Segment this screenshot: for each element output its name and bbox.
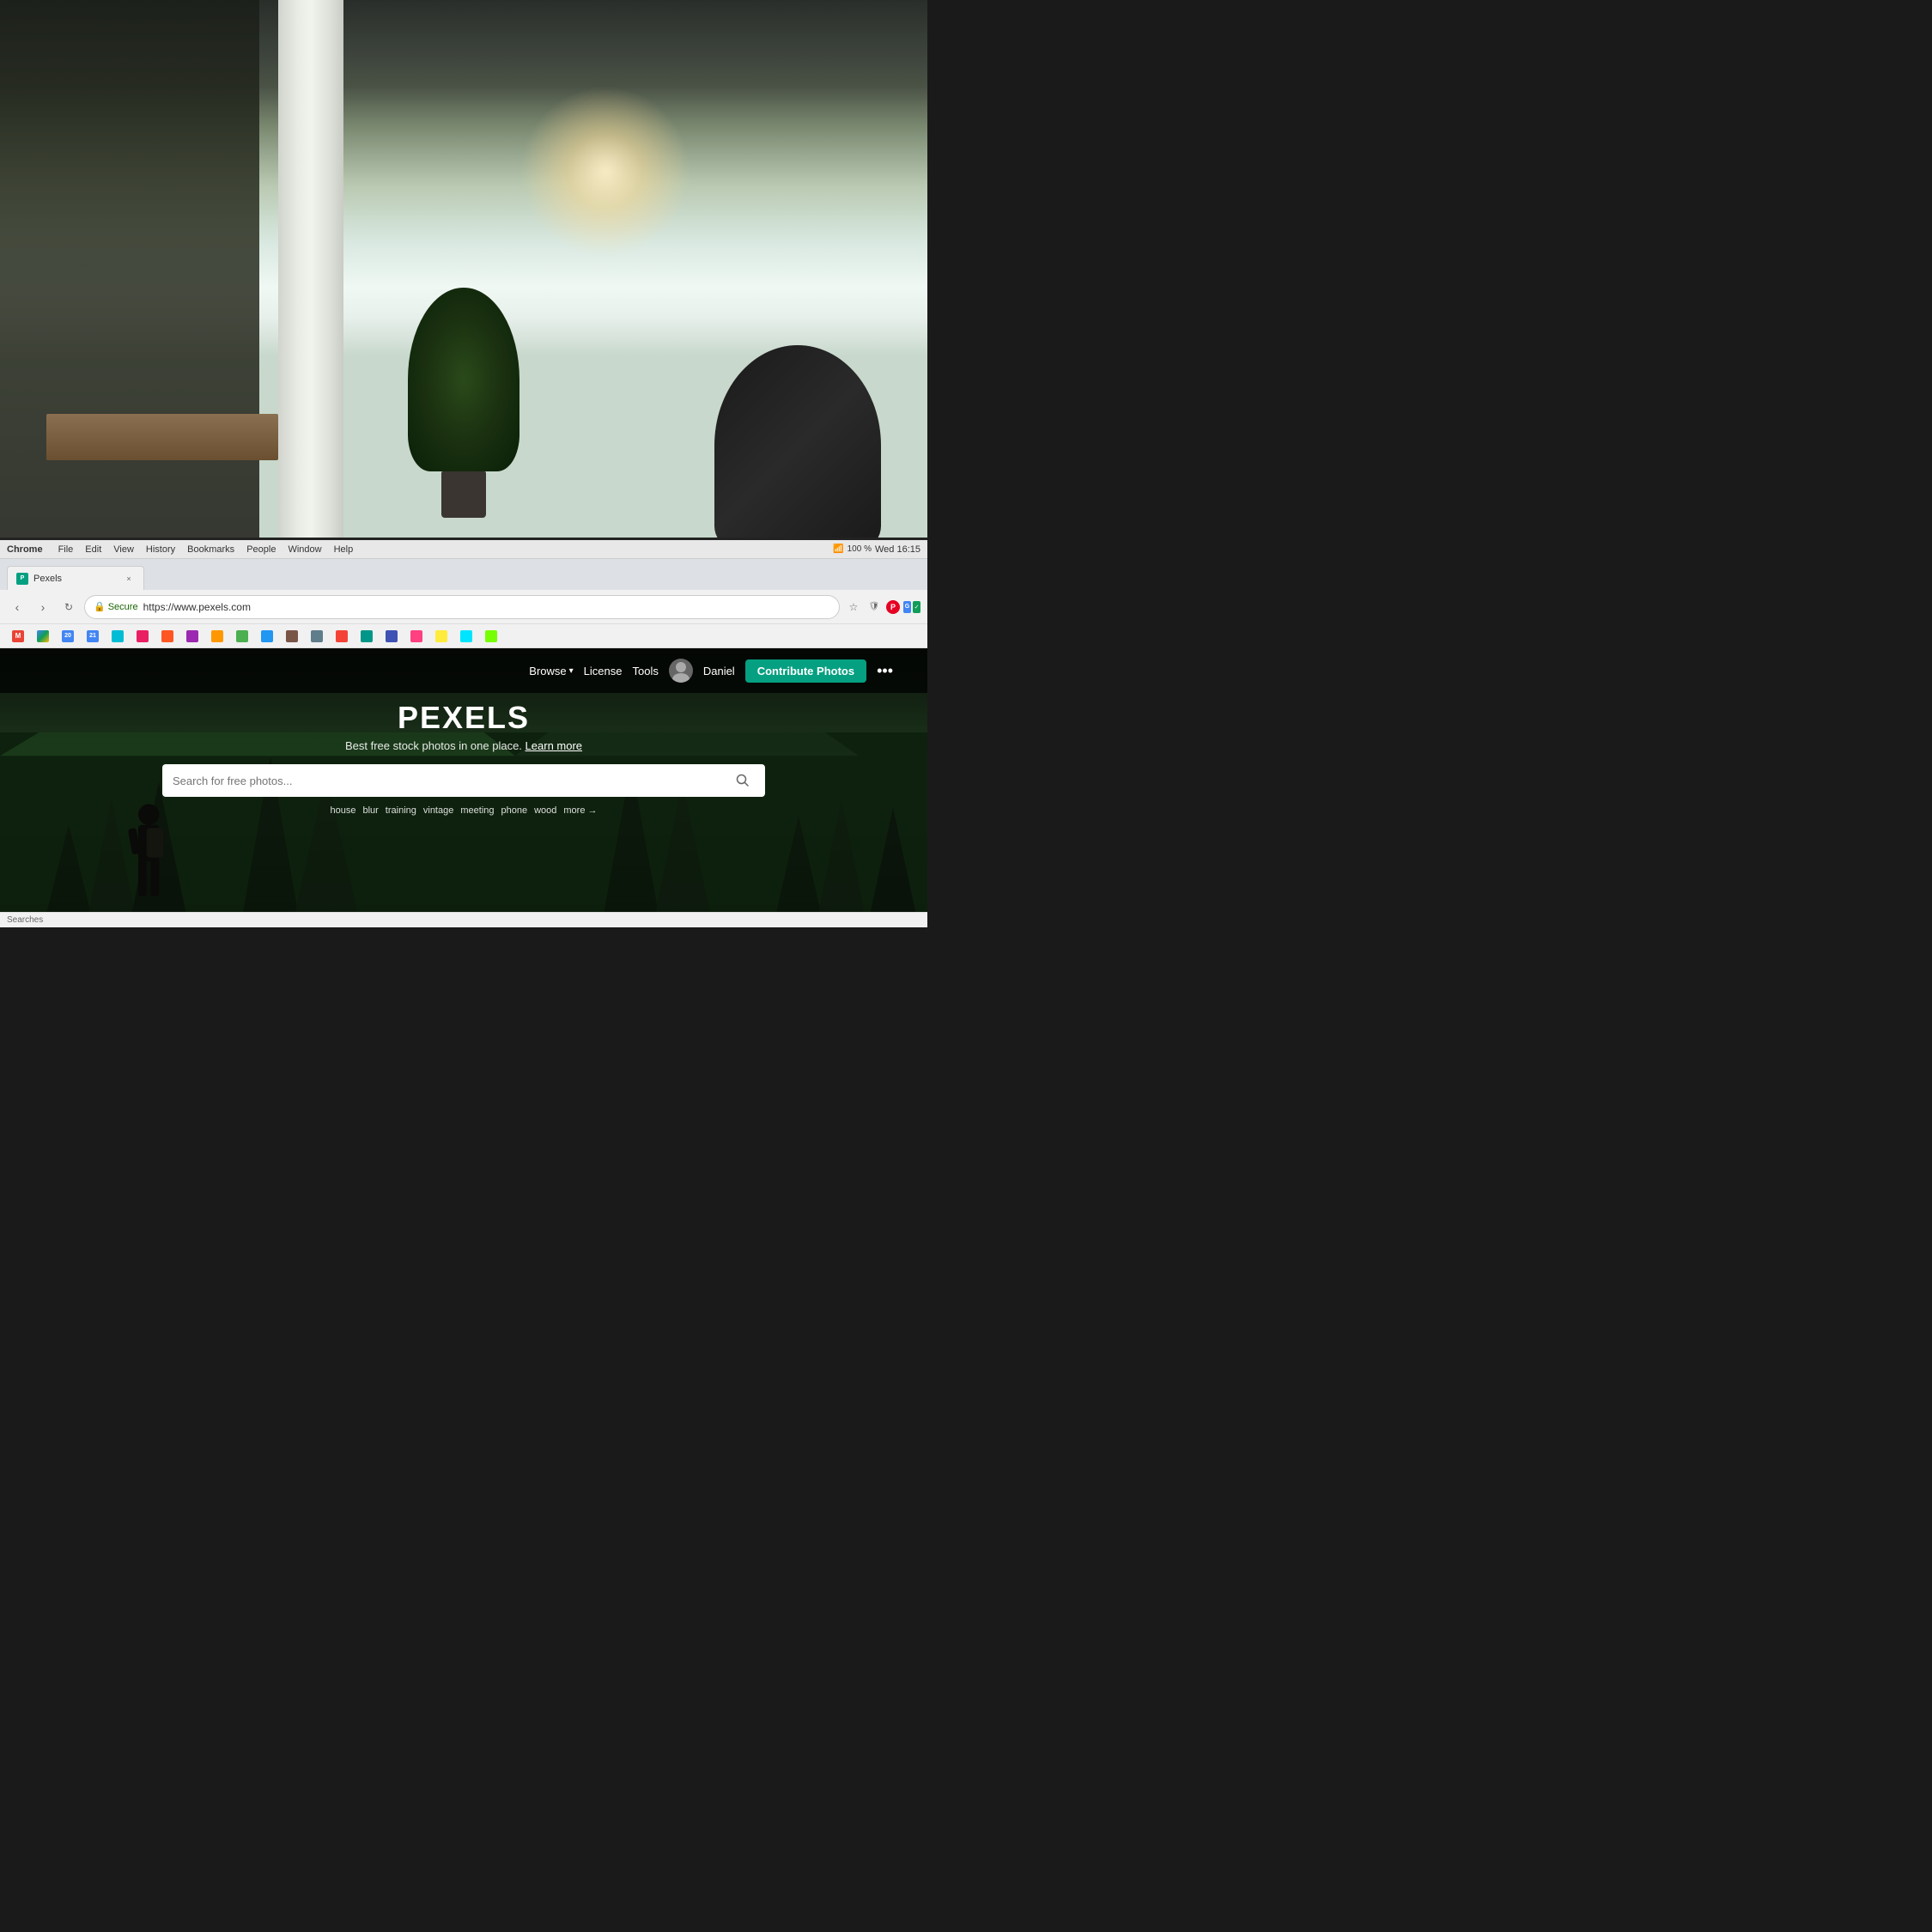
bookmark-cal1[interactable]: 20 xyxy=(57,627,79,646)
status-text: Searches xyxy=(7,915,43,925)
menu-help[interactable]: Help xyxy=(334,544,354,555)
bookmark-gmail[interactable]: M xyxy=(7,627,29,646)
browser-tab-pexels[interactable]: P Pexels × xyxy=(7,566,144,590)
bookmark-10[interactable] xyxy=(281,627,303,646)
screen-container: Chrome File Edit View History Bookmarks … xyxy=(0,538,927,927)
forward-button[interactable]: › xyxy=(33,597,53,617)
clock: Wed 16:15 xyxy=(875,544,920,555)
menu-people[interactable]: People xyxy=(246,544,276,555)
pinterest-icon[interactable]: P xyxy=(886,600,900,614)
secure-label: Secure xyxy=(108,602,138,612)
suggestion-house[interactable]: house xyxy=(330,805,355,816)
site-title: PEXELS xyxy=(398,700,530,736)
pexels-nav: Browse License Tools Daniel xyxy=(17,659,910,683)
suggestion-blur[interactable]: blur xyxy=(362,805,378,816)
search-icon xyxy=(736,774,750,787)
menu-file[interactable]: File xyxy=(58,544,74,555)
bookmark-8[interactable] xyxy=(231,627,253,646)
suggestion-meeting[interactable]: meeting xyxy=(460,805,494,816)
bookmark-drive[interactable] xyxy=(32,627,54,646)
site-tagline: Best free stock photos in one place. Lea… xyxy=(345,739,582,752)
bookmark-15[interactable] xyxy=(405,627,428,646)
bookmark-7[interactable] xyxy=(206,627,228,646)
wifi-icon: 📶 xyxy=(833,544,843,554)
menu-edit[interactable]: Edit xyxy=(85,544,101,555)
extensions-area[interactable]: G ✓ xyxy=(903,598,920,616)
menu-bar-left: Chrome File Edit View History Bookmarks … xyxy=(7,544,821,555)
user-avatar[interactable] xyxy=(669,659,693,683)
url-display[interactable]: https://www.pexels.com xyxy=(143,601,251,613)
license-link[interactable]: License xyxy=(584,665,623,677)
search-bar[interactable] xyxy=(162,764,765,797)
tools-link[interactable]: Tools xyxy=(632,665,658,677)
bookmark-5[interactable] xyxy=(156,627,179,646)
menu-bar: Chrome File Edit View History Bookmarks … xyxy=(0,540,927,559)
website-content: Browse License Tools Daniel xyxy=(0,648,927,927)
more-suggestions[interactable]: more → xyxy=(563,805,597,816)
user-name: Daniel xyxy=(703,665,735,677)
browse-button[interactable]: Browse xyxy=(529,665,573,677)
pexels-nav-bar: Browse License Tools Daniel xyxy=(0,648,927,693)
battery-label: 100 % xyxy=(848,544,872,554)
bookmark-18[interactable] xyxy=(480,627,502,646)
nav-right: Browse License Tools Daniel xyxy=(529,659,893,683)
bookmark-13[interactable] xyxy=(355,627,378,646)
system-icons: 📶 100 % Wed 16:15 xyxy=(833,544,920,555)
address-right-icons: ☆ 🛡 P G ✓ xyxy=(845,598,920,616)
tab-favicon: P xyxy=(16,573,28,585)
bookmark-4[interactable] xyxy=(131,627,154,646)
bookmark-17[interactable] xyxy=(455,627,477,646)
shield-icon[interactable]: 🛡 xyxy=(866,598,883,616)
app-name: Chrome xyxy=(7,544,43,555)
back-button[interactable]: ‹ xyxy=(7,597,27,617)
contribute-photos-button[interactable]: Contribute Photos xyxy=(745,659,866,683)
menu-history[interactable]: History xyxy=(146,544,175,555)
suggestion-wood[interactable]: wood xyxy=(534,805,556,816)
bookmark-16[interactable] xyxy=(430,627,453,646)
bookmark-12[interactable] xyxy=(331,627,353,646)
learn-more-link[interactable]: Learn more xyxy=(526,739,582,752)
search-input[interactable] xyxy=(173,775,724,787)
suggestion-phone[interactable]: phone xyxy=(501,805,528,816)
bookmark-bar: M 20 21 xyxy=(0,624,927,648)
bookmark-3[interactable] xyxy=(106,627,129,646)
background-photo xyxy=(0,0,927,575)
browser-frame: Chrome File Edit View History Bookmarks … xyxy=(0,540,927,927)
bookmark-9[interactable] xyxy=(256,627,278,646)
bookmark-11[interactable] xyxy=(306,627,328,646)
search-suggestions: house blur training vintage meeting phon… xyxy=(330,805,597,816)
bookmark-14[interactable] xyxy=(380,627,403,646)
lock-icon: 🔒 xyxy=(94,601,106,612)
suggestion-vintage[interactable]: vintage xyxy=(423,805,453,816)
suggestion-training[interactable]: training xyxy=(386,805,416,816)
search-submit-button[interactable] xyxy=(731,769,755,793)
menu-view[interactable]: View xyxy=(113,544,134,555)
tab-bar: P Pexels × xyxy=(0,559,927,590)
tab-title: Pexels xyxy=(33,574,118,584)
address-box[interactable]: 🔒 Secure https://www.pexels.com xyxy=(84,595,840,619)
tab-close-button[interactable]: × xyxy=(123,573,135,585)
menu-window[interactable]: Window xyxy=(288,544,321,555)
bookmark-star-icon[interactable]: ☆ xyxy=(845,598,862,616)
person-silhouette xyxy=(112,802,185,927)
reload-button[interactable]: ↻ xyxy=(58,597,79,617)
secure-badge: 🔒 Secure xyxy=(94,601,138,612)
status-bar: Searches xyxy=(0,912,927,927)
menu-bar-right: 📶 100 % Wed 16:15 xyxy=(833,544,920,555)
bookmark-6[interactable] xyxy=(181,627,204,646)
menu-bookmarks[interactable]: Bookmarks xyxy=(187,544,234,555)
pexels-hero: Browse License Tools Daniel xyxy=(0,648,927,927)
address-bar-row: ‹ › ↻ 🔒 Secure https://www.pexels.com ☆ … xyxy=(0,590,927,624)
bookmark-cal2[interactable]: 21 xyxy=(82,627,104,646)
more-options-button[interactable]: ••• xyxy=(877,662,893,680)
